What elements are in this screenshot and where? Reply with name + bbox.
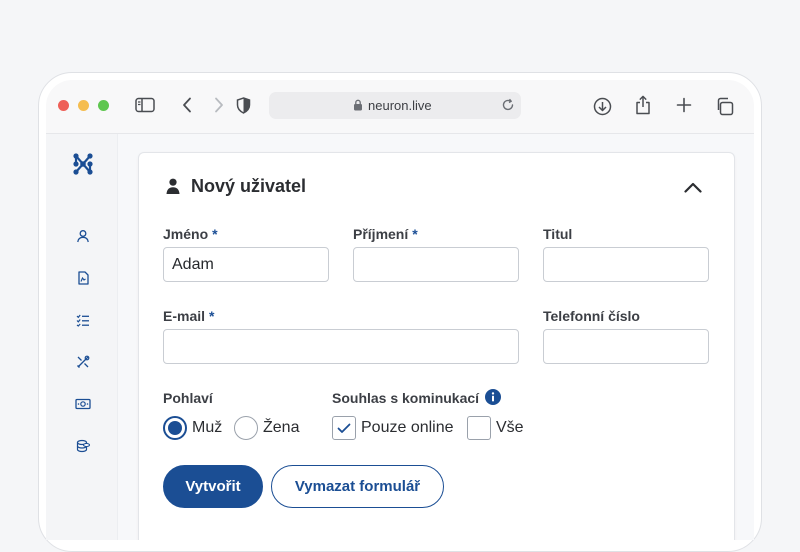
- gender-option-male[interactable]: Muž: [163, 416, 222, 440]
- tabs-overview-icon[interactable]: [714, 96, 734, 116]
- forward-icon[interactable]: [212, 96, 226, 114]
- new-user-card: Nový uživatel Jméno* Příjmení* Titul E-m…: [138, 152, 735, 540]
- gender-option-male-label: Muž: [192, 419, 223, 436]
- consent-option-online-label: Pouze online: [361, 419, 454, 436]
- app-logo[interactable]: [71, 152, 95, 181]
- new-tab-icon[interactable]: [675, 96, 693, 114]
- url-text: neuron.live: [368, 98, 432, 113]
- radio-male[interactable]: [163, 416, 187, 440]
- card-title: Nový uživatel: [191, 176, 307, 196]
- title-label: Titul: [543, 226, 573, 242]
- sidebar-money-icon[interactable]: [74, 395, 92, 413]
- user-icon: [166, 178, 180, 199]
- last-name-label: Příjmení *: [353, 226, 418, 242]
- address-bar[interactable]: neuron.live: [269, 92, 521, 119]
- browser-toolbar: neuron.live: [46, 80, 754, 134]
- clear-form-button[interactable]: Vymazat formulář: [271, 465, 444, 508]
- consent-option-all-label: Vše: [496, 419, 524, 436]
- first-name-label: Jméno *: [163, 226, 218, 242]
- close-window-button[interactable]: [58, 100, 69, 111]
- first-name-input[interactable]: [163, 247, 329, 282]
- sidebar-users-icon[interactable]: [74, 227, 92, 245]
- phone-label: Telefonní číslo: [543, 308, 640, 324]
- consent-option-online[interactable]: Pouze online: [332, 416, 454, 440]
- minimize-window-button[interactable]: [78, 100, 89, 111]
- sidebar-tools-icon[interactable]: [74, 353, 92, 371]
- info-icon[interactable]: [485, 389, 501, 405]
- gender-option-female[interactable]: Žena: [234, 416, 299, 440]
- email-label: E-mail *: [163, 308, 215, 324]
- maximize-window-button[interactable]: [98, 100, 109, 111]
- sidebar-checklist-icon[interactable]: [74, 311, 92, 329]
- lock-icon: [353, 99, 363, 114]
- email-input[interactable]: [163, 329, 519, 364]
- back-icon[interactable]: [180, 96, 194, 114]
- create-button[interactable]: Vytvořit: [163, 465, 263, 508]
- main-content: Nový uživatel Jméno* Příjmení* Titul E-m…: [118, 134, 754, 540]
- browser-window: neuron.live Nový uživatel Jméno * Adam P…: [46, 80, 754, 540]
- checkbox-online[interactable]: [332, 416, 356, 440]
- checkmark-icon: [337, 423, 351, 433]
- consent-label: Souhlas s kominukací: [332, 390, 480, 406]
- app-sidebar: [46, 134, 118, 540]
- gender-option-female-label: Žena: [263, 419, 300, 436]
- download-icon[interactable]: [592, 96, 612, 116]
- reload-icon[interactable]: [501, 98, 515, 115]
- chevron-up-icon: [684, 182, 702, 193]
- consent-option-all[interactable]: Vše: [467, 416, 524, 440]
- sidebar-documents-icon[interactable]: [74, 269, 92, 287]
- sidebar-coins-icon[interactable]: [74, 437, 92, 455]
- share-icon[interactable]: [634, 94, 652, 116]
- privacy-shield-icon[interactable]: [235, 96, 251, 114]
- phone-input[interactable]: [543, 329, 709, 364]
- checkbox-all[interactable]: [467, 416, 491, 440]
- gender-label: Pohlaví: [163, 390, 213, 406]
- radio-female[interactable]: [234, 416, 258, 440]
- collapse-button[interactable]: [682, 179, 704, 195]
- last-name-input[interactable]: [353, 247, 519, 282]
- title-input[interactable]: [543, 247, 709, 282]
- sidebar-toggle-icon[interactable]: [135, 97, 155, 113]
